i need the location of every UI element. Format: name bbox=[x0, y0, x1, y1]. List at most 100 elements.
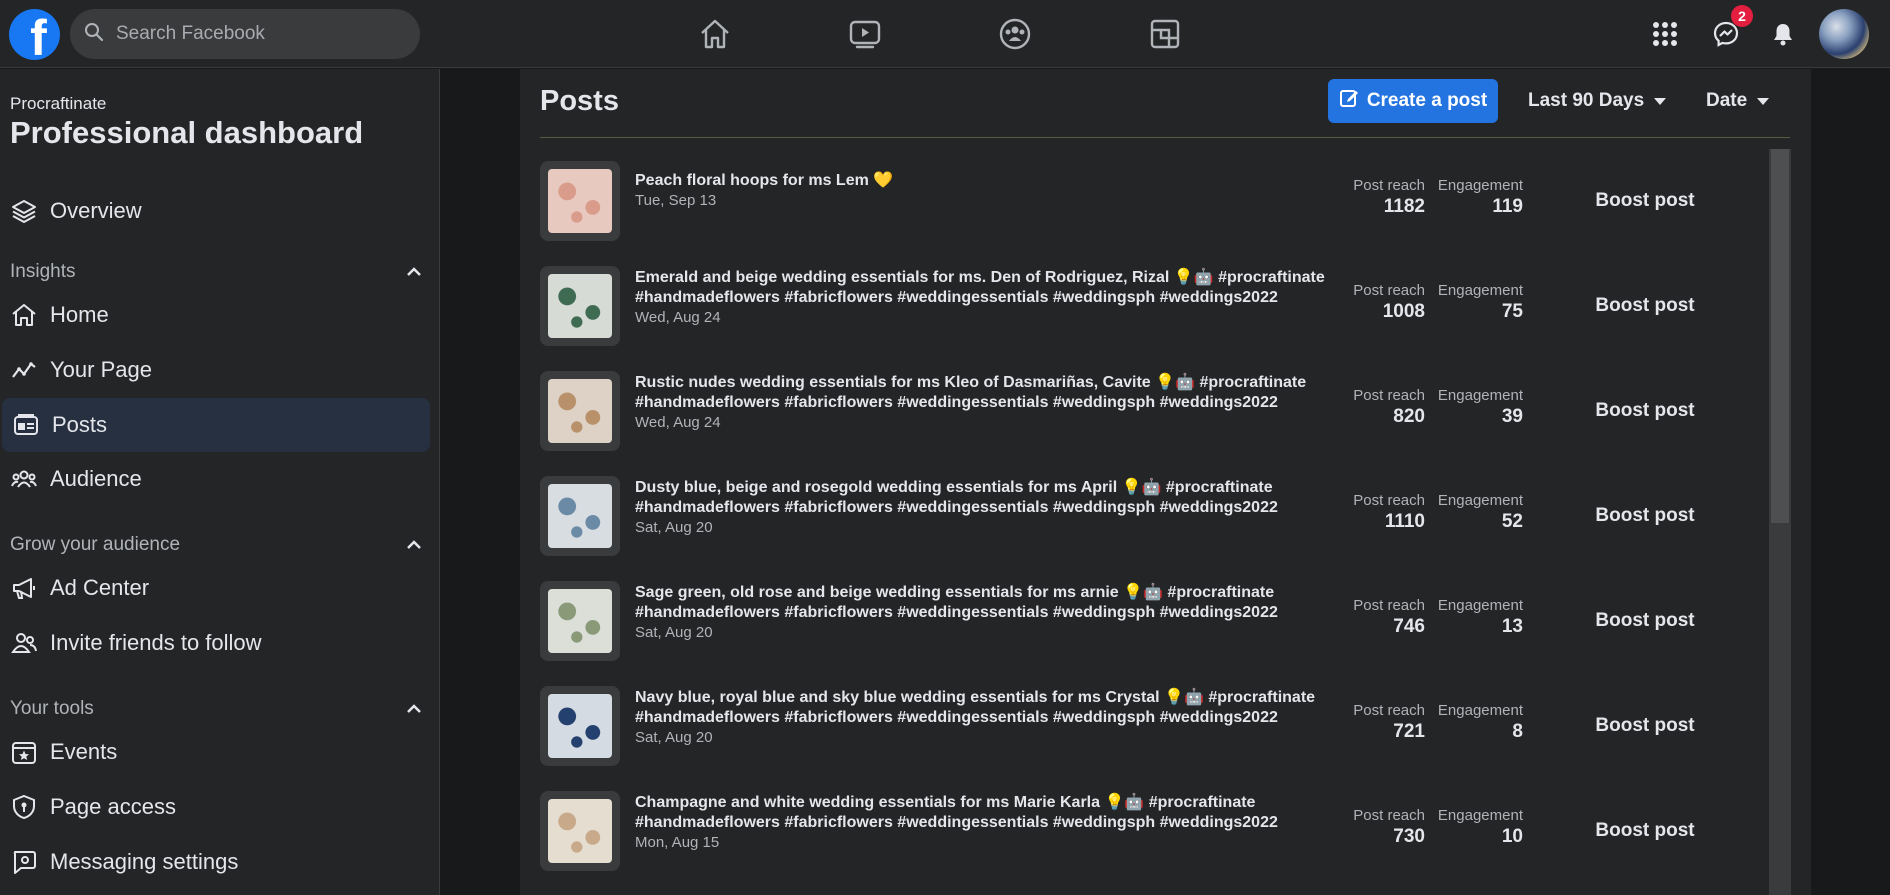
scrollbar-thumb[interactable] bbox=[1771, 149, 1789, 523]
post-engagement-value: 13 bbox=[1501, 616, 1523, 637]
post-thumbnail[interactable] bbox=[540, 686, 620, 766]
sort-dropdown[interactable]: Date bbox=[1706, 79, 1770, 123]
shield-icon bbox=[10, 793, 38, 821]
post-caption[interactable]: Rustic nudes wedding essentials for ms K… bbox=[635, 373, 1325, 433]
post-reach: Post reach 1110 bbox=[1330, 492, 1425, 533]
facebook-logo[interactable]: f bbox=[9, 9, 60, 60]
boost-post-button[interactable]: Boost post bbox=[1555, 807, 1735, 855]
post-thumbnail[interactable] bbox=[540, 791, 620, 871]
sidebar-item-invite[interactable]: Invite friends to follow bbox=[0, 616, 430, 670]
post-caption-line: #handmadeflowers #fabricflowers #wedding… bbox=[635, 814, 1278, 831]
post-row[interactable]: Navy blue, royal blue and sky blue weddi… bbox=[540, 674, 1768, 779]
sidebar-item-home[interactable]: Home bbox=[0, 288, 430, 342]
post-row[interactable]: Dusty blue, beige and rosegold wedding e… bbox=[540, 464, 1768, 569]
post-reach-label: Post reach bbox=[1353, 597, 1425, 614]
section-label: Your tools bbox=[10, 698, 94, 719]
avatar[interactable] bbox=[1819, 9, 1869, 59]
bell-icon[interactable] bbox=[1762, 13, 1804, 55]
post-row[interactable]: Emerald and beige wedding essentials for… bbox=[540, 254, 1768, 359]
post-engagement: Engagement 119 bbox=[1435, 177, 1523, 218]
boost-post-button[interactable]: Boost post bbox=[1555, 702, 1735, 750]
sidebar-item-your-page[interactable]: Your Page bbox=[0, 343, 430, 397]
post-row[interactable]: Rustic nudes wedding essentials for ms K… bbox=[540, 359, 1768, 464]
scrollbar[interactable] bbox=[1769, 149, 1791, 895]
post-engagement-label: Engagement bbox=[1437, 282, 1523, 299]
sidebar-item-label: Events bbox=[50, 739, 118, 764]
posts-icon bbox=[12, 411, 40, 439]
post-date: Tue, Sep 13 bbox=[635, 192, 717, 209]
search-box[interactable] bbox=[70, 9, 420, 59]
chevron-up-icon[interactable] bbox=[406, 261, 422, 283]
post-reach-label: Post reach bbox=[1353, 282, 1425, 299]
post-caption[interactable]: Emerald and beige wedding essentials for… bbox=[635, 268, 1325, 328]
post-reach-value: 1110 bbox=[1384, 511, 1425, 532]
post-reach-value: 730 bbox=[1393, 826, 1425, 847]
post-engagement: Engagement 13 bbox=[1435, 597, 1523, 638]
search-input[interactable] bbox=[114, 22, 404, 46]
add-friend-icon bbox=[10, 629, 38, 657]
caret-down-icon bbox=[1654, 90, 1667, 112]
watch-icon[interactable] bbox=[845, 14, 885, 54]
groups-icon[interactable] bbox=[995, 14, 1035, 54]
post-row[interactable]: Champagne and white wedding essentials f… bbox=[540, 779, 1768, 884]
home-icon bbox=[10, 301, 38, 329]
post-thumbnail[interactable] bbox=[540, 266, 620, 346]
post-caption-line: Navy blue, royal blue and sky blue weddi… bbox=[635, 689, 1316, 706]
section-insights[interactable]: Insights bbox=[10, 261, 422, 283]
sidebar-item-page-access[interactable]: Page access bbox=[0, 780, 430, 834]
post-caption[interactable]: Dusty blue, beige and rosegold wedding e… bbox=[635, 478, 1325, 538]
caret-down-icon bbox=[1757, 90, 1770, 112]
sidebar-item-audience[interactable]: Audience bbox=[0, 452, 430, 506]
boost-post-button[interactable]: Boost post bbox=[1555, 177, 1735, 225]
post-engagement-value: 8 bbox=[1512, 721, 1523, 742]
post-thumbnail[interactable] bbox=[540, 476, 620, 556]
post-caption[interactable]: Sage green, old rose and beige wedding e… bbox=[635, 583, 1325, 643]
post-thumbnail[interactable] bbox=[540, 371, 620, 451]
chevron-up-icon[interactable] bbox=[406, 698, 422, 720]
chevron-up-icon[interactable] bbox=[406, 534, 422, 556]
boost-post-button[interactable]: Boost post bbox=[1555, 597, 1735, 645]
section-grow[interactable]: Grow your audience bbox=[10, 534, 422, 556]
sidebar-item-messaging[interactable]: Messaging settings bbox=[0, 835, 430, 889]
post-caption[interactable]: Navy blue, royal blue and sky blue weddi… bbox=[635, 688, 1325, 748]
sidebar-item-posts[interactable]: Posts bbox=[2, 398, 430, 452]
post-reach: Post reach 1182 bbox=[1330, 177, 1425, 218]
sidebar-item-events[interactable]: Events bbox=[0, 725, 430, 779]
page-title: Posts bbox=[540, 85, 619, 117]
post-engagement-label: Engagement bbox=[1437, 177, 1523, 194]
post-row[interactable]: Peach floral hoops for ms Lem 💛 Tue, Sep … bbox=[540, 149, 1768, 254]
post-row[interactable]: Sage green, old rose and beige wedding e… bbox=[540, 569, 1768, 674]
sidebar-item-ad-center[interactable]: Ad Center bbox=[0, 561, 430, 615]
post-caption-line: #handmadeflowers #fabricflowers #wedding… bbox=[635, 499, 1278, 516]
post-reach-value: 746 bbox=[1393, 616, 1425, 637]
post-thumbnail[interactable] bbox=[540, 161, 620, 241]
post-caption[interactable]: Champagne and white wedding essentials f… bbox=[635, 793, 1325, 853]
post-date: Wed, Aug 24 bbox=[635, 309, 721, 326]
gaming-icon[interactable] bbox=[1145, 14, 1185, 54]
post-reach-label: Post reach bbox=[1353, 807, 1425, 824]
home-icon[interactable] bbox=[695, 14, 735, 54]
post-engagement-label: Engagement bbox=[1437, 492, 1523, 509]
boost-post-button[interactable]: Boost post bbox=[1555, 387, 1735, 435]
sidebar: Procraftinate Professional dashboard Ove… bbox=[0, 69, 440, 895]
post-caption-line: #handmadeflowers #fabricflowers #wedding… bbox=[635, 604, 1278, 621]
boost-post-button[interactable]: Boost post bbox=[1555, 282, 1735, 330]
layers-icon bbox=[10, 197, 38, 225]
boost-post-button[interactable]: Boost post bbox=[1555, 492, 1735, 540]
messenger-icon[interactable]: 2 bbox=[1705, 5, 1753, 55]
section-label: Insights bbox=[10, 261, 76, 282]
post-thumbnail[interactable] bbox=[540, 581, 620, 661]
post-engagement: Engagement 10 bbox=[1435, 807, 1523, 848]
post-caption-line: Dusty blue, beige and rosegold wedding e… bbox=[635, 479, 1273, 496]
section-tools[interactable]: Your tools bbox=[10, 698, 422, 720]
post-caption[interactable]: Peach floral hoops for ms Lem 💛 Tue, Sep … bbox=[635, 171, 1325, 211]
chat-gear-icon bbox=[10, 848, 38, 876]
date-range-dropdown[interactable]: Last 90 Days bbox=[1528, 79, 1667, 123]
create-post-button[interactable]: Create a post bbox=[1328, 79, 1498, 123]
sidebar-item-overview[interactable]: Overview bbox=[0, 184, 430, 238]
post-image bbox=[548, 694, 612, 758]
post-engagement: Engagement 39 bbox=[1435, 387, 1523, 428]
post-reach-value: 721 bbox=[1393, 721, 1425, 742]
section-label: Grow your audience bbox=[10, 534, 181, 555]
menu-grid-icon[interactable] bbox=[1644, 13, 1686, 55]
